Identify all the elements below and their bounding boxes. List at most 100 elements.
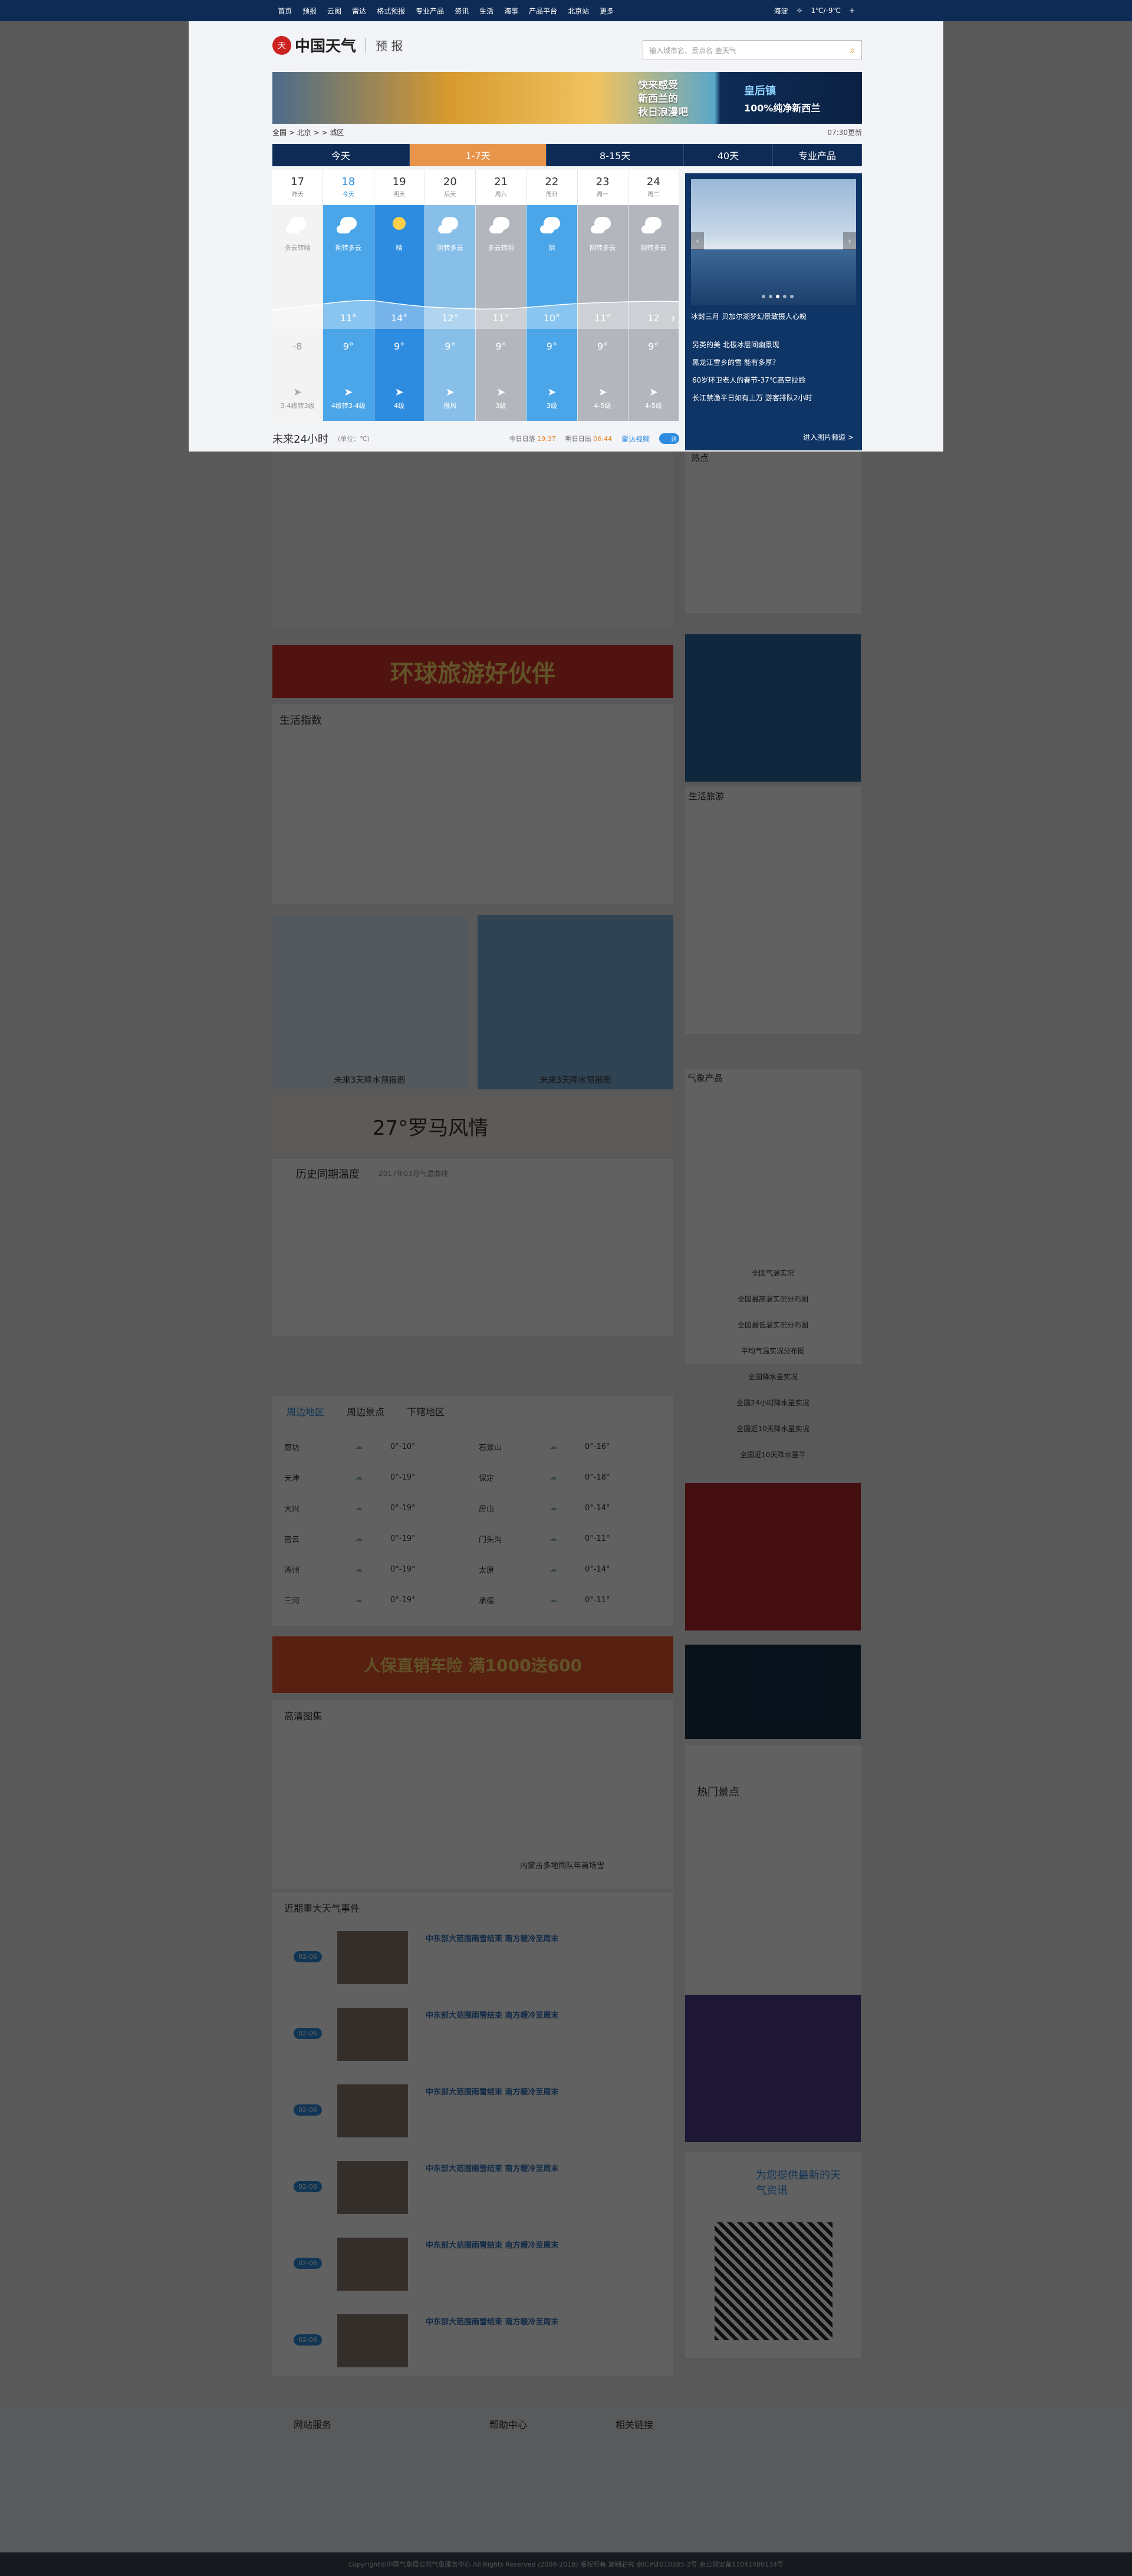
product-link[interactable]: 全国近10天降水量平: [685, 1442, 861, 1468]
carousel-prev-icon[interactable]: ‹: [691, 232, 704, 250]
photo-channel-link[interactable]: 进入图片频道 >: [803, 432, 854, 442]
search-icon[interactable]: ⌕: [850, 44, 855, 57]
product-link[interactable]: 平均气温实况分布图: [685, 1338, 861, 1364]
nearby-city[interactable]: 石景山: [479, 1441, 549, 1452]
event-thumbnail[interactable]: [337, 2238, 408, 2291]
tab-7-days[interactable]: 1-7天: [409, 144, 547, 166]
global-weather-ad[interactable]: [685, 1645, 861, 1739]
weather-event-item[interactable]: 02-06 中东部大范围雨雪结束 南方暖冷至周末: [272, 2157, 673, 2222]
weather-event-item[interactable]: 02-06 中东部大范围雨雪结束 南方暖冷至周末: [272, 2004, 673, 2069]
nearby-row[interactable]: 三河 ☁ 0°-19° 承德 ☁ 0°-11°: [284, 1587, 673, 1613]
tab-nearby-areas[interactable]: 周边地区: [287, 1404, 324, 1418]
product-link[interactable]: 全国最高温实况分布图: [685, 1286, 861, 1312]
next-arrow-icon[interactable]: ›: [670, 311, 676, 326]
tab-nearby-scenic[interactable]: 周边景点: [347, 1404, 384, 1418]
nearby-row[interactable]: 廊坊 ☁ 0°-10° 石景山 ☁ 0°-16°: [284, 1434, 673, 1460]
site-logo[interactable]: 天 中国天气 预 报: [272, 34, 403, 56]
nearby-city[interactable]: 房山: [479, 1503, 549, 1514]
carousel-image[interactable]: [691, 179, 856, 305]
nav-item-life[interactable]: 生活: [474, 6, 499, 16]
photo-news-item[interactable]: 另类的美 北极冰层间幽景现: [692, 336, 812, 354]
product-link[interactable]: 全国最低温实况分布图: [685, 1312, 861, 1338]
forecast-day[interactable]: 19 明天晴 14° 9° ➤ 4级: [374, 170, 425, 421]
nav-item-products[interactable]: 专业产品: [410, 6, 449, 16]
event-thumbnail[interactable]: [337, 2084, 408, 2137]
carousel-next-icon[interactable]: ›: [843, 232, 856, 250]
precip-map-1[interactable]: 未来3天降水预报图: [272, 915, 467, 1089]
nearby-city[interactable]: 密云: [284, 1533, 355, 1544]
nearby-row[interactable]: 涿州 ☁ 0°-19° 太原 ☁ 0°-14°: [284, 1556, 673, 1582]
product-link[interactable]: 全国24小时降水量实况: [685, 1390, 861, 1416]
nearby-row[interactable]: 大兴 ☁ 0°-19° 房山 ☁ 0°-14°: [284, 1495, 673, 1521]
forecast-day[interactable]: 21 周六 多云转阴 11° 9° ➤ 3级: [476, 170, 527, 421]
weather-event-item[interactable]: 02-06 中东部大范围雨雪结束 南方暖冷至周末: [272, 2234, 673, 2299]
hd-gallery-caption[interactable]: 内蒙古多地同队年首场雪: [520, 1859, 604, 1870]
weather-event-item[interactable]: 02-06 中东部大范围雨雪结束 南方暖冷至周末: [272, 2081, 673, 2146]
current-location[interactable]: 海淀: [774, 6, 788, 16]
nav-item-radar[interactable]: 雷达: [347, 6, 371, 16]
carousel-caption[interactable]: 冰封三月 贝加尔湖梦幻景致摄人心魄: [691, 311, 807, 321]
event-thumbnail[interactable]: [337, 2008, 408, 2061]
hot-news-title[interactable]: 热点: [691, 452, 709, 464]
radar-toggle[interactable]: 开: [659, 433, 679, 444]
event-thumbnail[interactable]: [337, 1931, 408, 1984]
airline-ad-2[interactable]: [685, 1483, 861, 1630]
event-thumbnail[interactable]: [337, 2314, 408, 2367]
nearby-city[interactable]: 大兴: [284, 1503, 355, 1514]
forecast-day[interactable]: 23 周一 阴转多云 11° 9° ➤ 4-5级: [577, 170, 628, 421]
forecast-day[interactable]: 20 后天 阴转多云 12° 9° ➤ 微风: [424, 170, 476, 421]
photo-news-item[interactable]: 长江禁渔半日如有上万 游客排队2小时: [692, 389, 812, 407]
product-link[interactable]: 全国降水量实况: [685, 1364, 861, 1390]
forecast-day[interactable]: 22 周日阴 10° 9° ➤ 3级: [526, 170, 578, 421]
weather-event-item[interactable]: 02-06 中东部大范围雨雪结束 南方暖冷至周末: [272, 1928, 673, 1992]
nearby-city[interactable]: 太原: [479, 1564, 549, 1575]
tab-8-15-days[interactable]: 8-15天: [547, 144, 685, 166]
event-thumbnail[interactable]: [337, 2161, 408, 2214]
nearby-city[interactable]: 涿州: [284, 1564, 355, 1575]
event-title[interactable]: 中东部大范围雨雪结束 南方暖冷至周末: [426, 2239, 559, 2250]
nearby-city[interactable]: 保定: [479, 1472, 549, 1483]
tab-professional[interactable]: 专业产品: [773, 144, 862, 166]
rome-ad[interactable]: 27°罗马风情: [272, 1096, 673, 1153]
event-title[interactable]: 中东部大范围雨雪结束 南方暖冷至周末: [426, 2086, 559, 2097]
ad-tech-banner[interactable]: [685, 1995, 861, 2142]
event-title[interactable]: 中东部大范围雨雪结束 南方暖冷至周末: [426, 2162, 559, 2173]
event-title[interactable]: 中东部大范围雨雪结束 南方暖冷至周末: [426, 2315, 559, 2327]
photo-news-item[interactable]: 60岁环卫老人的春节-37℃高空拉脸: [692, 371, 812, 389]
nearby-city[interactable]: 天津: [284, 1472, 355, 1483]
radar-video-label[interactable]: 雷达视频: [621, 434, 650, 444]
event-title[interactable]: 中东部大范围雨雪结束 南方暖冷至周末: [426, 2009, 559, 2020]
photo-news-item[interactable]: 黑龙江雪乡的雪 能有多厚？: [692, 354, 812, 371]
nav-item-beijing[interactable]: 北京站: [562, 6, 594, 16]
tab-today[interactable]: 今天: [272, 144, 410, 166]
nav-item-marine[interactable]: 海事: [499, 6, 524, 16]
insurance-ad[interactable]: 人保直销车险 满1000送600: [272, 1636, 673, 1693]
nav-item-home[interactable]: 首页: [272, 6, 297, 16]
nav-item-more[interactable]: 更多: [594, 6, 619, 16]
carousel-dots[interactable]: [762, 295, 794, 298]
tab-sub-districts[interactable]: 下辖地区: [407, 1404, 445, 1418]
tab-40-days[interactable]: 40天: [684, 144, 773, 166]
product-link[interactable]: 全国气温实况: [685, 1260, 861, 1286]
nearby-city[interactable]: 承德: [479, 1595, 549, 1606]
travel-ad-banner[interactable]: 环球旅游好伙伴: [272, 645, 673, 698]
breadcrumb-path[interactable]: 全国 > 北京 > > 城区: [272, 127, 344, 137]
forecast-day[interactable]: 24 周二 阴转多云 12 9° ➤ 4-5级: [628, 170, 679, 421]
nav-item-cloud[interactable]: 云图: [322, 6, 347, 16]
airline-ad[interactable]: [685, 634, 861, 782]
ad-banner[interactable]: 快来感受 新西兰的 秋日浪漫吧 皇后镇 100%纯净新西兰: [272, 72, 862, 124]
precip-map-2[interactable]: 未来3天降水预报图: [478, 915, 673, 1089]
nearby-row[interactable]: 密云 ☁ 0°-19° 门头沟 ☁ 0°-11°: [284, 1526, 673, 1551]
nearby-city[interactable]: 廊坊: [284, 1441, 355, 1452]
nearby-city[interactable]: 门头沟: [479, 1533, 549, 1544]
nearby-row[interactable]: 天津 ☁ 0°-19° 保定 ☁ 0°-18°: [284, 1464, 673, 1490]
search-input[interactable]: 输入城市名、景点名 查天气 ⌕: [643, 40, 862, 60]
event-title[interactable]: 中东部大范围雨雪结束 南方暖冷至周末: [426, 1932, 559, 1943]
nav-item-platform[interactable]: 产品平台: [524, 6, 562, 16]
nav-item-news[interactable]: 资讯: [449, 6, 474, 16]
product-link[interactable]: 全国近10天降水量实况: [685, 1416, 861, 1442]
forecast-day[interactable]: 18 今天 阴转多云 11° 9° ➤ 4级转3-4级: [323, 170, 374, 421]
add-icon[interactable]: +: [849, 6, 855, 15]
nearby-city[interactable]: 三河: [284, 1595, 355, 1606]
forecast-day[interactable]: 17 昨天 多云转晴 -8 ➤ 3-4级转3级: [272, 170, 324, 421]
